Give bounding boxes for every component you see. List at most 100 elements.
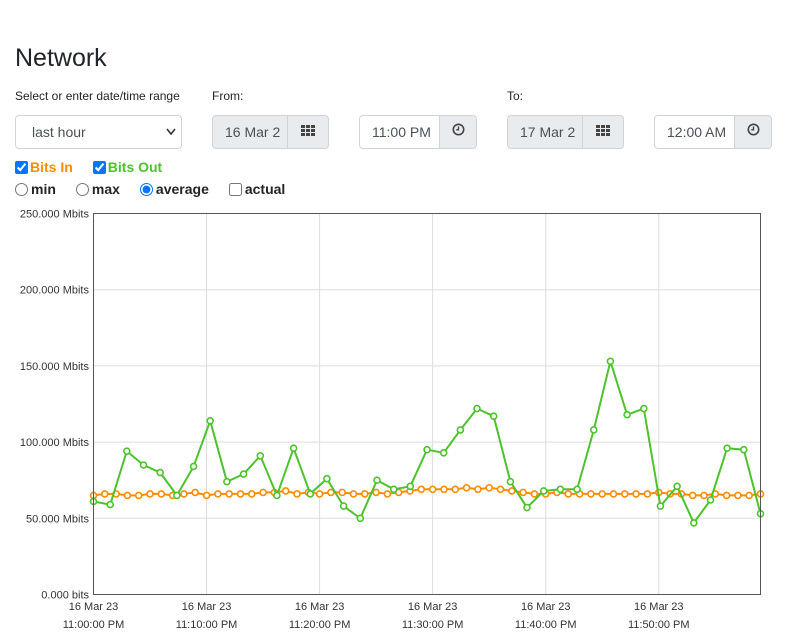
from-time-input[interactable]: 11:00 PM [359,115,440,149]
data-point-bits-in [259,488,267,497]
aggregation-modes: min max average actual [15,181,305,197]
data-point-bits-out [189,462,198,471]
y-axis-ticks: 0.000 bits 50.000 Mbits 100.000 Mbits 150.0… [20,209,90,602]
data-point-bits-in [383,490,392,498]
y-tick-label: 100.000 Mbits [20,437,90,449]
plot-frame [93,213,761,595]
data-point-bits-out [623,410,631,419]
data-point-bits-out [156,468,164,477]
bits-in-checkbox[interactable] [15,160,28,174]
data-point-bits-out [489,412,498,420]
x-axis-ticks: 16 Mar 23 11:00:00 PM 16 Mar 23 11:10:00 PM… [63,601,690,631]
y-tick-label: 0.000 bits [41,590,89,602]
calendar-grid-icon [301,123,315,141]
mode-max[interactable]: max [75,181,120,197]
data-point-bits-out [439,449,448,457]
mode-average[interactable]: average [139,181,209,197]
mode-min-label: min [31,181,56,197]
data-point-bits-out [606,357,615,366]
x-tick-time: 11:40:00 PM [515,619,577,631]
bits-out-checkbox[interactable] [92,160,106,174]
data-point-bits-in [101,490,109,498]
data-point-bits-in [700,491,708,500]
data-point-bits-out [656,502,665,510]
data-point-bits-out [206,417,214,425]
to-date-input[interactable]: 17 Mar 2 [507,115,583,149]
x-tick-date: 16 Mar 23 [634,601,684,613]
data-point-bits-in [146,490,154,498]
range-select-value: last hour [32,124,86,140]
from-clock-button[interactable] [440,115,477,149]
data-point-bits-in [338,488,347,497]
data-point-bits-out [139,461,148,469]
chart-grid [93,213,761,595]
data-point-bits-in [225,490,233,498]
mode-max-radio[interactable] [75,182,89,196]
data-point-bits-out [406,482,415,491]
x-tick-time: 11:10:00 PM [176,619,238,631]
from-label: From: [212,89,244,103]
data-point-bits-out [456,426,465,434]
data-point-bits-in [451,485,460,494]
to-calendar-button[interactable] [583,115,624,149]
data-point-bits-in [248,490,256,498]
x-tick-date: 16 Mar 23 [521,601,571,613]
chevron-down-icon [165,116,177,160]
bits-in-toggle[interactable]: Bits In [15,159,73,175]
data-point-bits-in [360,490,369,498]
data-point-bits-out [589,426,598,434]
data-point-bits-in [734,491,742,500]
page-title: Network [15,44,107,72]
data-point-bits-in [236,490,245,498]
data-point-bits-out [706,496,715,504]
data-point-bits-out [289,444,298,452]
x-tick-time: 11:30:00 PM [402,619,464,631]
data-point-bits-in [722,491,731,500]
x-tick-time: 11:00:00 PM [63,619,125,631]
data-point-bits-in [745,491,754,500]
x-tick-date: 16 Mar 23 [408,601,458,613]
y-tick-label: 50.000 Mbits [26,513,89,525]
data-point-bits-out [123,447,131,455]
y-tick-label: 150.000 Mbits [20,361,90,373]
data-point-bits-out [223,477,231,486]
from-date-input[interactable]: 16 Mar 2 [212,115,288,149]
data-point-bits-out [339,502,348,510]
data-point-bits-out [173,491,181,500]
data-point-bits-out [306,490,315,498]
to-clock-button[interactable] [735,115,772,149]
data-point-bits-out [506,477,515,486]
data-point-bits-out [723,444,731,452]
data-point-bits-in [428,485,437,494]
x-tick-date: 16 Mar 23 [295,601,345,613]
data-point-bits-out [323,474,331,483]
mode-min[interactable]: min [15,181,56,197]
range-select[interactable]: last hour [15,115,182,149]
data-point-bits-in [632,490,640,498]
data-point-bits-in [372,488,380,497]
mode-actual[interactable]: actual [228,181,285,197]
data-point-bits-in [191,488,199,497]
data-point-bits-in [530,490,539,498]
network-chart: 0.000 bits 50.000 Mbits 100.000 Mbits 150.0… [20,209,765,631]
mode-max-label: max [91,181,120,197]
mode-average-radio[interactable] [139,182,153,196]
data-point-bits-in [587,490,595,498]
data-point-bits-in [293,490,301,498]
mode-actual-checkbox[interactable] [228,182,242,196]
data-point-bits-in [214,490,222,498]
clock-icon [747,123,760,141]
data-point-bits-out [639,404,648,413]
mode-min-radio[interactable] [15,182,28,196]
to-label: To: [507,89,524,103]
data-point-bits-in [519,488,527,497]
data-point-bits-in [620,490,629,498]
data-point-bits-in [281,487,290,495]
data-point-bits-in [609,490,618,498]
data-point-bits-in [474,485,482,494]
bits-in-label: Bits In [30,159,73,175]
from-calendar-button[interactable] [288,115,329,149]
to-time-input[interactable]: 12:00 AM [654,115,735,149]
bits-out-toggle[interactable]: Bits Out [92,159,162,175]
y-tick-label: 200.000 Mbits [20,285,90,297]
